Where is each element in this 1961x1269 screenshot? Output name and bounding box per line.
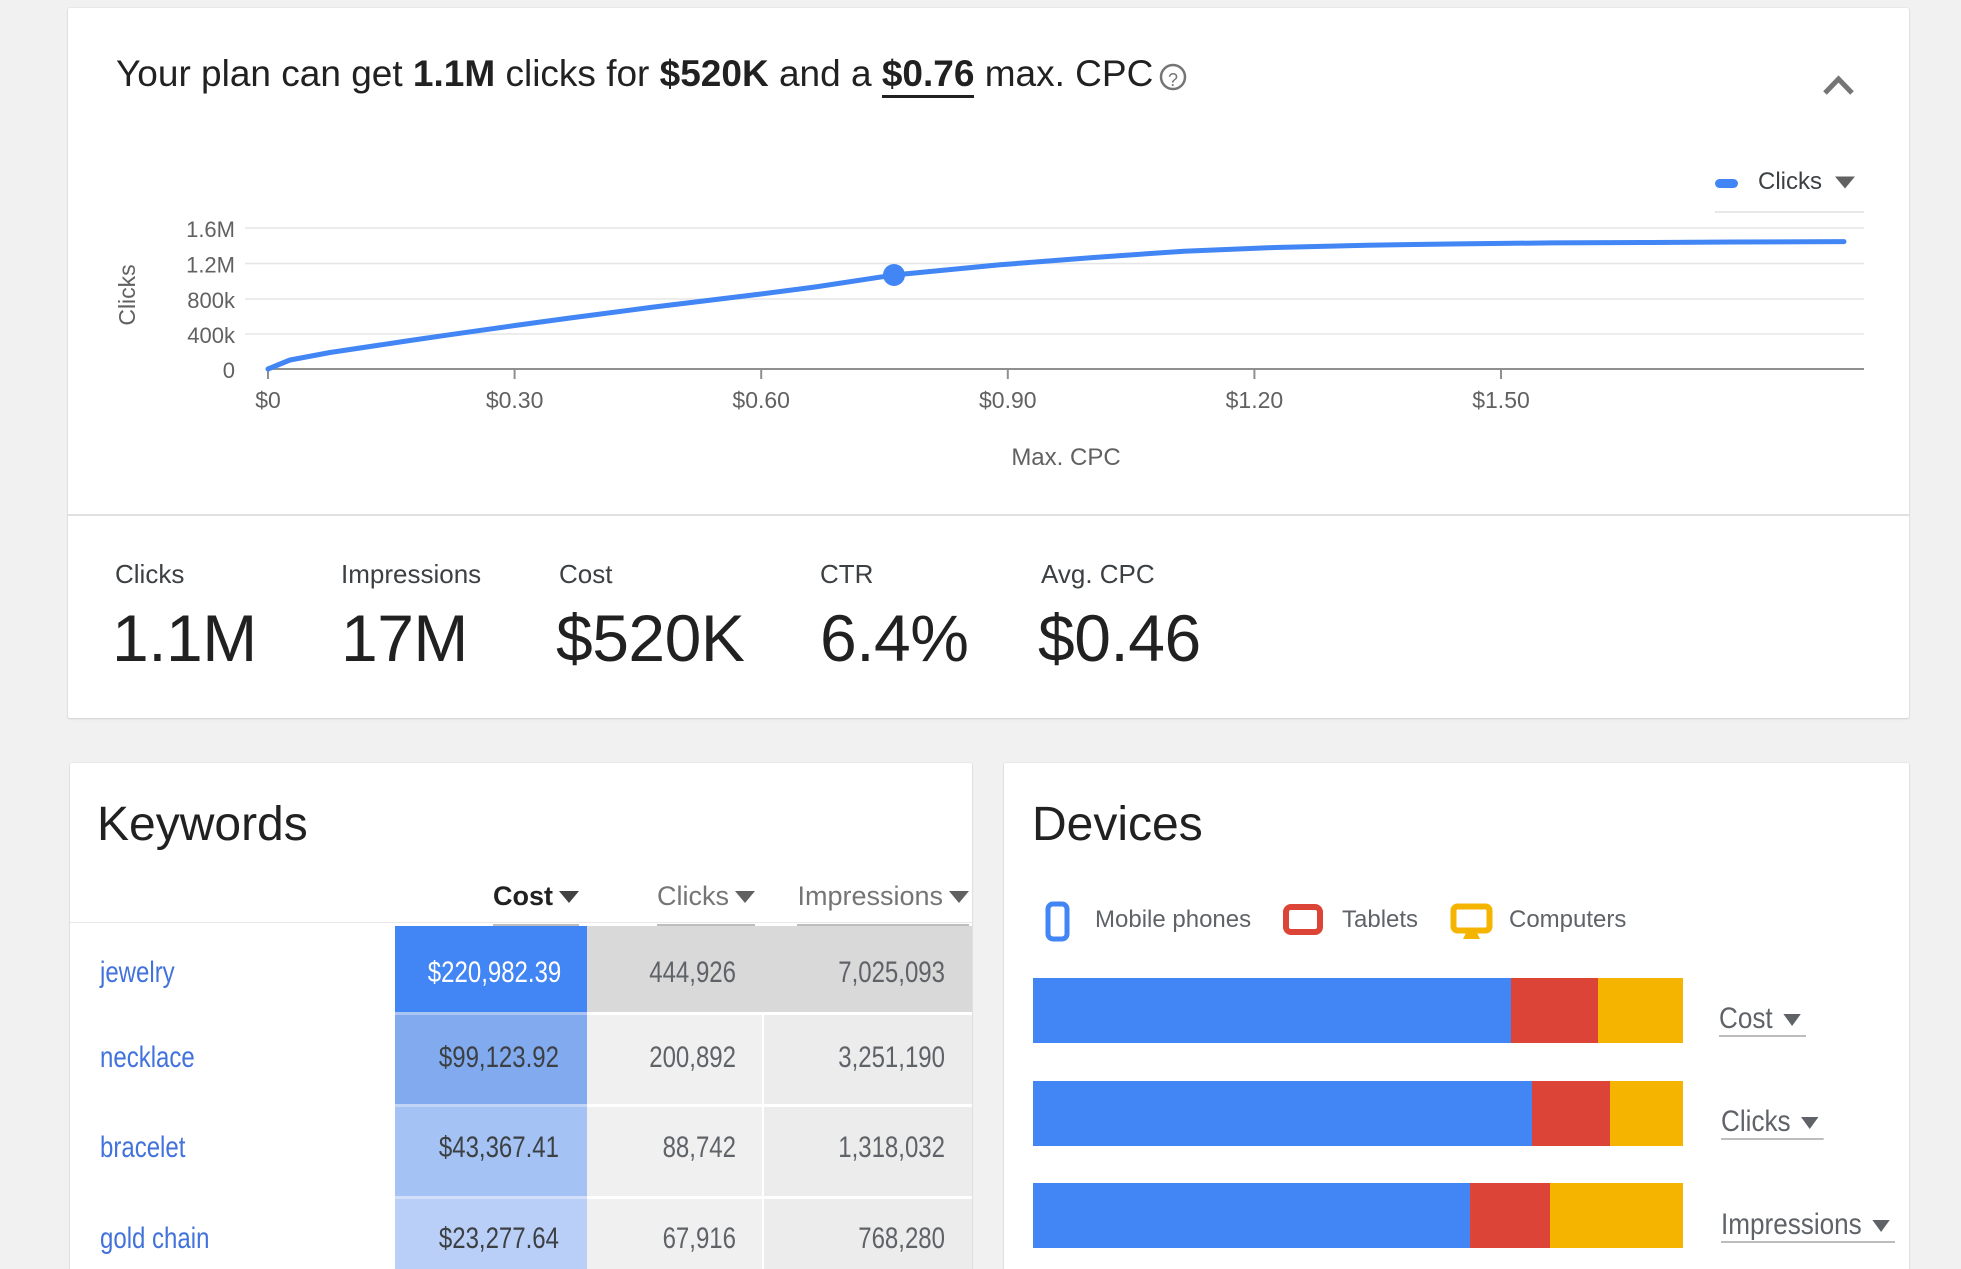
svg-text:Computers: Computers	[1509, 906, 1626, 933]
svg-text:Max. CPC: Max. CPC	[1011, 444, 1120, 471]
svg-text:400k: 400k	[187, 323, 236, 348]
svg-text:$0: $0	[255, 387, 281, 413]
svg-text:?: ?	[1168, 70, 1178, 90]
svg-text:$1.50: $1.50	[1472, 387, 1530, 413]
svg-text:0: 0	[223, 358, 235, 383]
svg-text:$0.30: $0.30	[486, 387, 544, 413]
svg-text:800k: 800k	[187, 288, 236, 313]
svg-text:Clicks: Clicks	[114, 264, 140, 325]
svg-text:Tablets: Tablets	[1342, 906, 1418, 933]
svg-text:1.2M: 1.2M	[186, 253, 235, 278]
svg-text:Clicks: Clicks	[1758, 168, 1822, 195]
svg-text:$0.60: $0.60	[732, 387, 790, 413]
svg-text:$1.20: $1.20	[1226, 387, 1284, 413]
svg-text:Mobile phones: Mobile phones	[1095, 906, 1251, 933]
svg-text:$0.90: $0.90	[979, 387, 1037, 413]
svg-text:1.6M: 1.6M	[186, 217, 235, 242]
